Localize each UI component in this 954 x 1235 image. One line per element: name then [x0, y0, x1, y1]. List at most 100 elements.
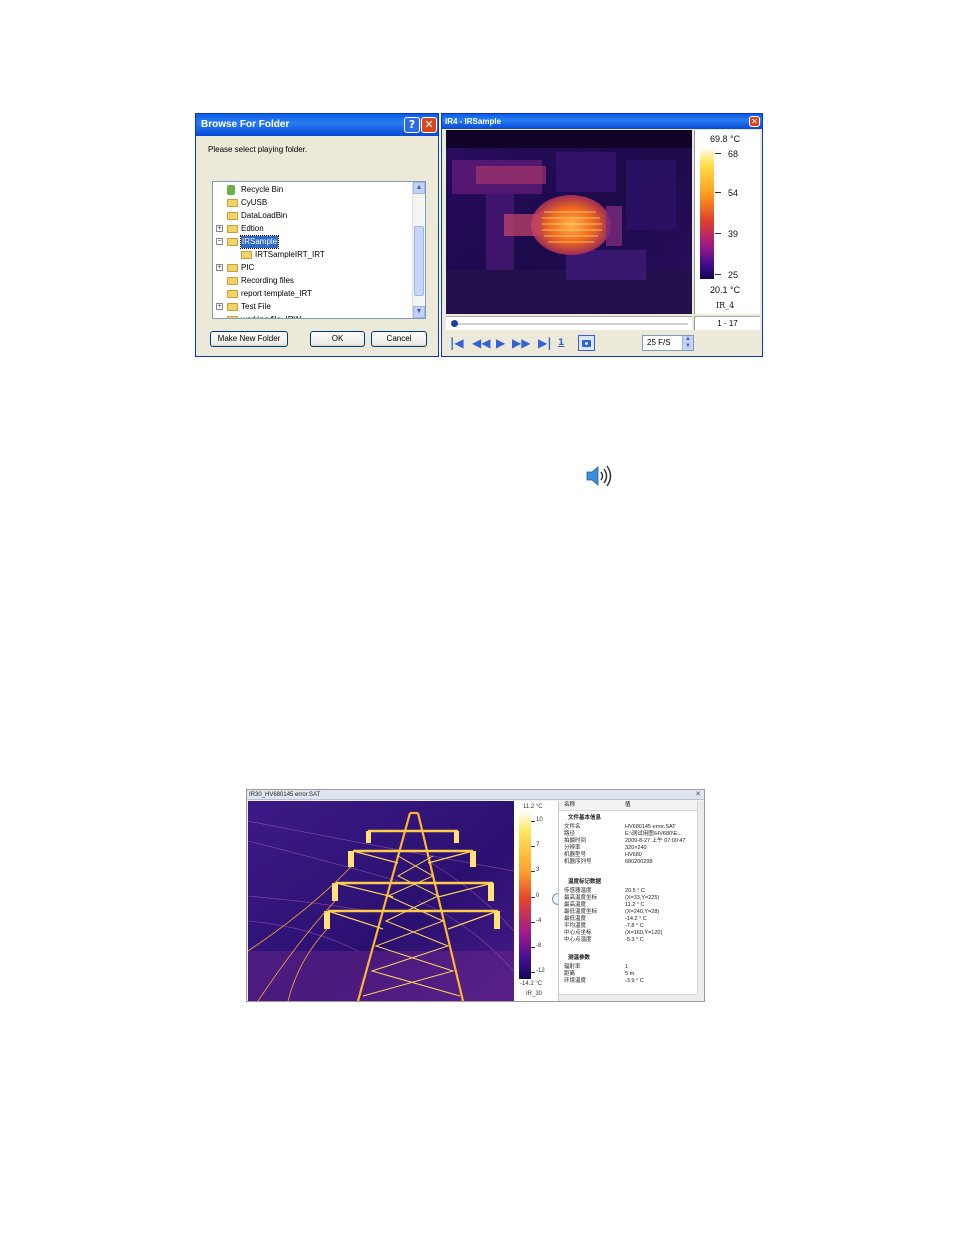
close-button[interactable]: ✕ [421, 117, 437, 133]
first-frame-icon[interactable]: |◀ [450, 336, 464, 350]
scroll-up-arrow-icon[interactable]: ▲ [413, 182, 425, 194]
scale2-tick-label: 7 [536, 842, 540, 848]
property-name: 环境温度 [564, 978, 587, 984]
folder-icon [227, 264, 238, 272]
folder-icon [241, 251, 252, 259]
folder-icon [227, 238, 238, 246]
fast-forward-icon[interactable]: ▶▶ [512, 336, 530, 350]
tree-item-label: report template_IRT [241, 289, 312, 298]
scale2-tick-label: 10 [536, 817, 543, 823]
property-row: 环境温度 -3.9 ° C [559, 977, 699, 985]
scale-tick-label: 54 [728, 188, 739, 198]
fps-spin-icon[interactable]: ▲ ▼ [682, 336, 693, 350]
collapse-icon[interactable]: − [216, 238, 223, 245]
scale2-tick-label: -4 [536, 918, 542, 924]
tree-item-label: IRTSampleIRT_IRT [255, 250, 325, 259]
properties-panel: 名称 值 文件基本信息 文件名 HV680145 error.SAT 路径 E:\测试… [558, 801, 704, 1001]
property-value: -3.9 ° C [625, 978, 644, 984]
name-column-header: 名称 [564, 802, 576, 808]
section-temperature-markers: 温度标记数据 [568, 879, 602, 885]
properties-vertical-scrollbar[interactable] [697, 801, 704, 1001]
fps-value: 25 F/S [647, 338, 671, 347]
recycle-bin-icon [227, 185, 235, 195]
playback-seek-bar[interactable] [446, 316, 692, 330]
browse-dialog-title: Browse For Folder [196, 114, 438, 136]
property-name: 机器序列号 [564, 859, 592, 865]
cancel-button[interactable]: Cancel [371, 331, 427, 347]
rewind-icon[interactable]: ◀◀ [472, 336, 490, 350]
temperature-scale: 69.8 °C 68 54 39 25 20.1 °C IR_4 [694, 130, 760, 314]
thermal-image-motor[interactable] [446, 130, 692, 314]
ir-window-title: IR4 - IRSample [442, 114, 762, 129]
temperature-scale-2: 11.2 °C 10 7 3 0 -4 -8 -12 -14.2 °C IR_3… [514, 801, 558, 1001]
thermal-image-tower[interactable] [248, 801, 514, 1001]
expand-icon[interactable]: + [216, 303, 223, 310]
folder-icon [227, 212, 238, 220]
make-new-folder-button[interactable]: Make New Folder [210, 331, 288, 347]
last-frame-icon[interactable]: ▶| [538, 336, 552, 350]
browse-folder-dialog: Browse For Folder ? ✕ Please select play… [195, 113, 439, 357]
dialog-prompt: Please select playing folder. [208, 145, 308, 154]
play-icon[interactable]: ▶ [496, 336, 505, 350]
property-value: 680200298 [625, 859, 653, 865]
seek-knob[interactable] [451, 320, 458, 327]
scale2-tick-label: 0 [536, 893, 540, 899]
folder-icon [227, 199, 238, 207]
scale2-tick-label: -12 [536, 968, 545, 974]
scale-tick-label: 68 [728, 149, 739, 159]
tree-item-label: IRSample [239, 235, 280, 249]
tree-item-label: Test File [241, 302, 271, 311]
folder-icon [227, 277, 238, 285]
ir-player-window: IR4 - IRSample ✕ 69.8 °C 68 54 39 25 20.… [441, 113, 763, 357]
tree-item-label: CyUSB [241, 198, 268, 207]
folder-icon [227, 316, 238, 318]
tree-item-label: DataLoadBin [241, 211, 288, 220]
color-scale-bar-2 [519, 812, 531, 979]
tree-item-label: working file_IRW [241, 314, 301, 318]
tree-item-label: Recycle Bin [241, 185, 284, 194]
device-label: IR_4 [716, 301, 735, 310]
thermal-close-icon[interactable]: ✕ [694, 791, 702, 798]
section-file-info: 文件基本信息 [568, 815, 602, 821]
section-measurement-params: 测温参数 [568, 955, 591, 961]
folder-icon [227, 290, 238, 298]
tree-item-label: Recording files [241, 276, 294, 285]
scale2-tick-label: 3 [536, 867, 540, 873]
scroll-down-arrow-icon[interactable]: ▼ [413, 306, 425, 318]
help-button[interactable]: ? [404, 117, 420, 133]
property-value: -5.3 ° C [625, 937, 644, 943]
property-name: 中心点温度 [564, 937, 592, 943]
value-column-header: 值 [625, 802, 631, 808]
expand-icon[interactable]: + [216, 264, 223, 271]
color-scale-bar [700, 149, 714, 279]
scale2-tick-label: -8 [536, 943, 542, 949]
expand-icon[interactable]: + [216, 225, 223, 232]
fps-stepper[interactable]: 25 F/S ▲ ▼ [642, 335, 694, 351]
scale2-min-label: -14.2 °C [520, 981, 543, 987]
thermal-analysis-window: IR30_HV680145 error.SAT ✕ 11.2 °C 10 7 3… [246, 789, 705, 1002]
ir-close-button[interactable]: ✕ [749, 116, 760, 127]
properties-header: 名称 值 [559, 801, 704, 811]
property-row: 机器序列号 680200298 [559, 858, 699, 866]
scale-tick-label: 25 [728, 270, 739, 280]
tree-item-label: Edtion [241, 224, 264, 233]
scale-tick-label: 39 [728, 229, 739, 239]
playback-controls: |◀ ◀◀ ▶ ▶▶ ▶| 1 25 F/S ▲ ▼ [446, 332, 760, 354]
snapshot-camera-icon[interactable] [578, 335, 595, 351]
single-step-icon[interactable]: 1 [558, 336, 564, 350]
folder-icon [227, 303, 238, 311]
scale-max-label: 69.8 °C [710, 134, 741, 144]
scale-min-label: 20.1 °C [710, 285, 741, 295]
properties-horizontal-scrollbar[interactable] [559, 994, 698, 1001]
property-row: 中心点温度 -5.3 ° C [559, 936, 699, 944]
thermal-window-title: IR30_HV680145 error.SAT [247, 790, 704, 800]
tree-item-label: PIC [241, 263, 255, 272]
device2-label: IR_30 [526, 991, 543, 997]
frame-counter: 1 - 17 [694, 316, 760, 330]
speaker-icon[interactable] [585, 464, 613, 488]
ok-button[interactable]: OK [310, 331, 365, 347]
tree-scrollbar[interactable]: ▲ ▼ [412, 182, 425, 318]
folder-tree[interactable]: Recycle Bin CyUSB DataLoadBin + Edtion − IRSam… [212, 181, 426, 319]
scale2-max-label: 11.2 °C [523, 804, 543, 810]
scroll-thumb[interactable] [414, 226, 424, 296]
